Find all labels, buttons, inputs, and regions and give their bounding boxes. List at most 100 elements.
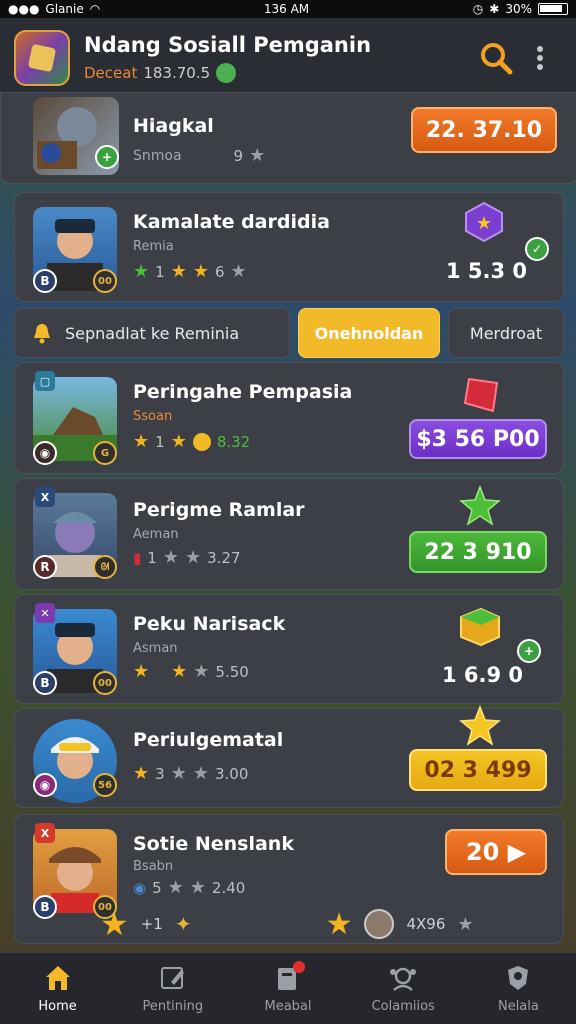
rank-badge: 00 (93, 671, 117, 695)
rank-badge: ᘛ (93, 555, 117, 579)
card-sub: Aeman (133, 527, 179, 542)
chest-icon (460, 607, 500, 647)
list-item[interactable]: B 00 Kamalate dardidia Remia ★ 1 ★ ★ 6 ★… (14, 192, 564, 302)
svg-text:★: ★ (476, 213, 492, 234)
category-tag: ▢ (35, 371, 55, 391)
card-name: Perigme Ramlar (133, 499, 305, 521)
user-avatar-small (364, 909, 395, 939)
rating-a: 1 (147, 548, 157, 567)
search-button[interactable] (474, 36, 518, 80)
nav-pentining[interactable]: Pentining (115, 953, 230, 1024)
rating-b: 6 (214, 262, 225, 281)
green-star-icon (459, 485, 501, 526)
card-stats: ★ 1 ★ 8.32 (133, 431, 250, 452)
chat-icon (273, 961, 305, 993)
star-icon: ★ (189, 877, 206, 898)
price-value: 1 6.9 0 (441, 663, 523, 687)
card-sub: Snmoa (133, 147, 182, 164)
rank-badge: G (93, 441, 117, 465)
bluetooth-icon: ✱ (489, 2, 500, 16)
list-item[interactable]: ◉ 56 Periulgematal ★ 3 ★ ★ 3.00 02 3 499 (14, 705, 564, 808)
level-badge: ◉ (33, 441, 57, 465)
nav-home[interactable]: Home (0, 953, 115, 1024)
community-icon (388, 963, 418, 993)
rating-value: 3.00 (214, 764, 249, 783)
star-icon: ★ (133, 431, 150, 452)
nav-label: Home (38, 999, 77, 1014)
star-icon: ★ (162, 547, 179, 568)
chest-icon: ▮ (133, 548, 142, 567)
price-value: 1 5.3 0 (445, 259, 527, 283)
bell-icon (34, 324, 50, 344)
star-icon: ★ (457, 913, 474, 935)
battery-percent: 30% (505, 2, 532, 16)
card-stats: ★ 1 ★ ★ 6 ★ (133, 261, 247, 282)
card-sub: Remia (133, 239, 174, 254)
wifi-icon: ◠ (89, 2, 101, 16)
rating-a: 3 (155, 764, 165, 783)
star-icon: ★ (133, 261, 150, 282)
star-icon: ★ (170, 261, 187, 282)
notice-label: Sepnadlat ke Reminia (65, 323, 240, 343)
app-logo (14, 30, 70, 86)
tab-onehnoldan[interactable]: Onehnoldan (298, 308, 440, 358)
card-stats: ▮ 1 ★ ★ 3.27 (133, 547, 241, 568)
level-badge: B (33, 671, 57, 695)
clock-icon: ◉ (133, 878, 147, 897)
list-item[interactable]: ▢ ◉ G Peringahe Pempasia Ssoan ★ 1 ★ 8.3… (14, 362, 564, 474)
more-menu-button[interactable] (518, 36, 562, 80)
rating-value: 8.32 (216, 432, 251, 451)
tab-merdroat[interactable]: Merdroat (448, 308, 564, 358)
nav-label: Nelala (497, 999, 539, 1014)
card-name: Hiagkal (133, 115, 214, 137)
notification-dot (293, 961, 305, 973)
rating-value: 2.40 (211, 878, 246, 897)
star-icon: ★ (100, 905, 129, 943)
play-button[interactable]: 20 ▶ (445, 829, 547, 875)
battery-icon (538, 3, 568, 15)
clock: 136 AM (263, 2, 310, 16)
bottom-nav: Home Pentining Meabal Colamiios Nelala (0, 952, 576, 1024)
card-sub: Bsabn (133, 859, 174, 874)
profile-icon (503, 963, 533, 993)
nav-label: Colamiios (371, 999, 435, 1014)
star-icon: ★ (170, 763, 187, 784)
card-name: Periulgematal (133, 729, 284, 751)
edit-icon (158, 963, 188, 993)
coin-icon (216, 63, 237, 83)
nav-meabal[interactable]: Meabal (230, 953, 345, 1024)
star-icon: ★ (230, 261, 247, 282)
list-item[interactable]: ✕ B 00 Peku Narisack Asman ★ ★ ★ 5.50 + … (14, 594, 564, 704)
summary-row: ★ +1 ✦ ★ 4X96 ★ (90, 904, 530, 944)
star-icon: ★ (325, 906, 353, 942)
nav-colamiios[interactable]: Colamiios (346, 953, 461, 1024)
category-tag: X (35, 823, 55, 843)
star-icon: ★ (171, 661, 188, 682)
check-badge: ✓ (525, 237, 549, 261)
rating-value: 5.50 (215, 662, 249, 681)
page-title: Ndang Sosiall Pemganin (84, 33, 372, 57)
status-bar: ●●● Glanie ◠ 136 AM ◷ ✱ 30% (0, 0, 576, 18)
level-badge: B (33, 269, 57, 293)
rating-a: 1 (155, 262, 165, 281)
list-item[interactable]: X R ᘛ Perigme Ramlar Aeman ▮ 1 ★ ★ 3.27 … (14, 478, 564, 590)
subtitle-value: 183.70.5 (143, 64, 211, 82)
nav-nelala[interactable]: Nelala (461, 953, 576, 1024)
card-name: Kamalate dardidia (133, 211, 330, 233)
list-item[interactable]: + Hiagkal Snmoa 9 ★ 22. 37.10 (0, 92, 576, 184)
card-name: Sotie Nenslank (133, 833, 294, 855)
price-button[interactable]: 22 3 910 (409, 531, 547, 573)
trophy-icon: ✦ (174, 912, 192, 936)
star-icon: ★ (167, 877, 184, 898)
filter-bar: Sepnadlat ke Reminia Onehnoldan Merdroat (14, 308, 564, 358)
price-button[interactable]: 02 3 499 (409, 749, 547, 791)
price-button[interactable]: $3 56 P00 (409, 419, 547, 459)
rank-badge: 56 (93, 773, 117, 797)
category-tag: ✕ (35, 603, 55, 623)
notice-filter[interactable]: Sepnadlat ke Reminia (14, 308, 290, 358)
price-button[interactable]: 22. 37.10 (411, 107, 557, 153)
plus-label: 1 (155, 432, 165, 451)
subtitle-label: Deceat (84, 64, 138, 82)
gold-star-icon (459, 705, 501, 746)
carrier-label: Glanie (45, 2, 84, 16)
